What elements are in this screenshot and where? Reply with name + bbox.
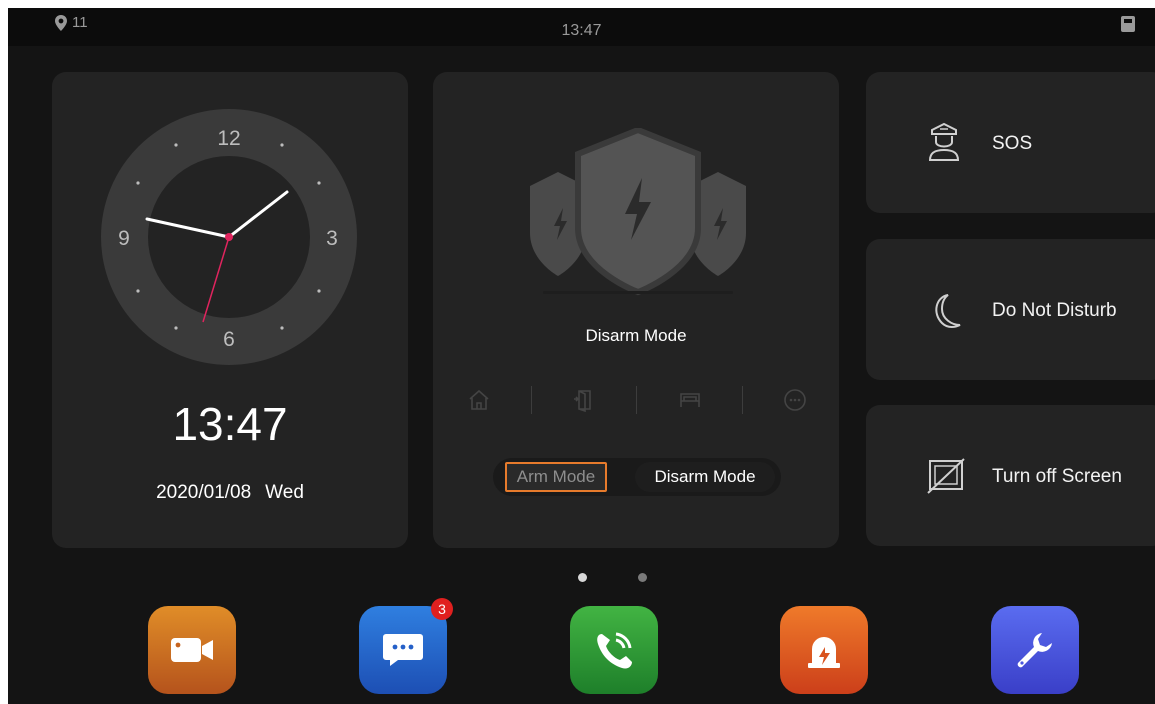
date-text: 2020/01/08 [156, 482, 252, 503]
door-icon[interactable] [572, 388, 596, 412]
device-screen: 11 13:47 12 3 6 9 13:47 2020/01/08 Wed D… [8, 8, 1155, 704]
messages-app-button[interactable] [359, 606, 447, 694]
video-app-button[interactable] [148, 606, 236, 694]
mode-toggle: Arm Mode Disarm Mode [493, 458, 781, 496]
dnd-label: Do Not Disturb [992, 300, 1117, 321]
screen-off-icon [927, 458, 965, 494]
security-card: Disarm Mode Arm Mode Disarm Mode [433, 72, 839, 548]
digital-time: 13:47 [172, 398, 288, 450]
call-icon [597, 632, 632, 669]
disarm-mode-button[interactable]: Disarm Mode [635, 462, 775, 492]
arm-mode-button[interactable]: Arm Mode [505, 462, 607, 492]
home-icon[interactable] [467, 388, 491, 412]
screen-off-card[interactable]: Turn off Screen [866, 405, 1155, 546]
divider [636, 386, 638, 414]
clock-numeral-6: 6 [223, 328, 235, 351]
bed-icon[interactable] [678, 388, 702, 412]
page-dot[interactable] [638, 573, 647, 582]
mode-options [467, 382, 807, 418]
screen-off-label: Turn off Screen [992, 466, 1122, 487]
settings-app-button[interactable] [991, 606, 1079, 694]
page-dot-active[interactable] [578, 573, 587, 582]
call-app-button[interactable] [570, 606, 658, 694]
video-camera-icon [171, 638, 213, 662]
clock-numeral-3: 3 [326, 227, 338, 250]
sd-card-icon [1121, 16, 1135, 36]
clock-card[interactable]: 12 3 6 9 13:47 2020/01/08 Wed [52, 72, 408, 548]
messages-icon [383, 634, 423, 666]
analog-clock: 12 3 6 9 [101, 109, 357, 365]
sos-label: SOS [992, 133, 1033, 154]
security-guard-icon [928, 122, 960, 161]
clock-center [225, 233, 233, 241]
moon-icon [935, 294, 961, 328]
status-bar: 11 13:47 [8, 8, 1155, 46]
shield-icon [530, 128, 746, 296]
message-count-badge: 3 [431, 598, 453, 620]
alarm-icon [808, 637, 840, 668]
divider [531, 386, 533, 414]
weekday-text: Wed [265, 482, 304, 503]
sos-card[interactable]: SOS [866, 72, 1155, 213]
date-row: 2020/01/08 Wed [52, 482, 408, 504]
alarm-app-button[interactable] [780, 606, 868, 694]
dnd-card[interactable]: Do Not Disturb [866, 239, 1155, 380]
current-mode-title: Disarm Mode [585, 326, 687, 345]
clock-numeral-12: 12 [217, 127, 240, 150]
clock-numeral-9: 9 [118, 227, 130, 250]
wrench-icon [1017, 633, 1052, 668]
more-icon[interactable] [783, 388, 807, 412]
status-time: 13:47 [561, 22, 602, 39]
divider [741, 386, 743, 414]
